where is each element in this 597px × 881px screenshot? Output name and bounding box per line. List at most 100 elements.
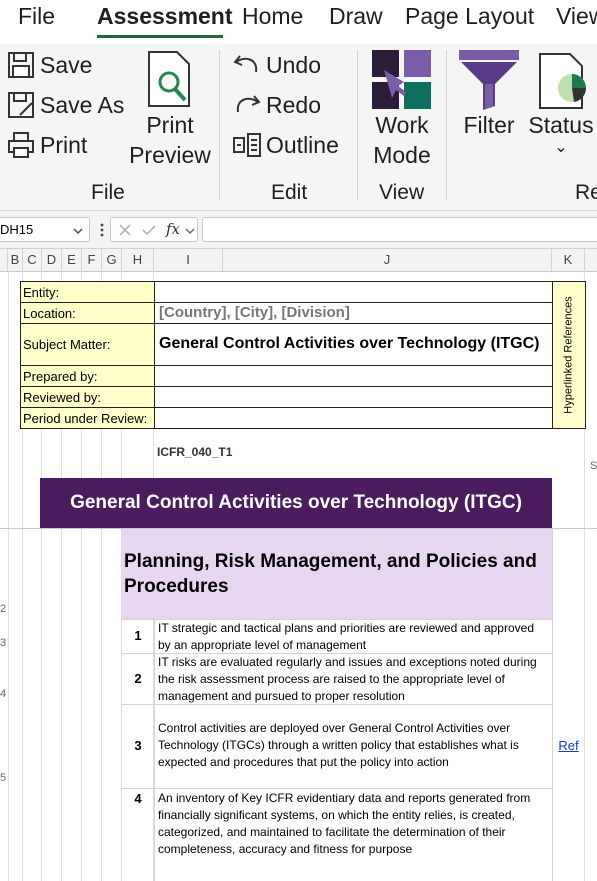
formula-input[interactable] [202,217,597,242]
outline-icon [232,130,262,160]
row-number: 2 [0,603,7,615]
work-mode-icon [365,48,439,110]
print-label: Print [40,131,88,158]
outline-button[interactable]: Outline [232,130,339,160]
menu-view[interactable]: View [556,3,597,30]
print-preview-label-1: Print [146,112,194,138]
item-text[interactable]: Control activities are deployed over Gen… [154,704,552,788]
undo-label: Undo [266,51,321,78]
prepared-by-label-cell[interactable]: Prepared by: [20,365,155,387]
ref-link[interactable]: Ref [552,704,585,788]
column-header-b[interactable]: B [8,249,23,271]
formula-actions: fx [110,217,198,242]
menu-home[interactable]: Home [242,3,303,30]
menu-bar: File Assessment Home Draw Page Layout Vi… [0,0,597,44]
entity-value-cell[interactable] [154,281,553,303]
view-group-label: View [379,181,425,204]
hyperlinked-references-cell[interactable]: Hyperlinked References [552,281,586,429]
chevron-down-icon [73,228,83,234]
location-value-cell[interactable]: [Country], [City], [Division] [154,302,553,324]
ribbon-separator [446,50,447,200]
ribbon: Save Save As Print Print Preview File Un… [0,44,597,211]
print-preview-icon [128,50,212,110]
column-header-l[interactable] [585,249,597,271]
section-title: Planning, Risk Management, and Policies … [121,529,552,619]
row-number: 5 [0,772,7,784]
insert-function-icon[interactable]: fx [166,220,180,238]
column-headers: B C D E F G H I J K [0,249,597,272]
next-group-label: Re [575,181,597,204]
column-header-k[interactable]: K [552,249,585,271]
menu-assessment[interactable]: Assessment [97,3,233,30]
subject-matter-value: General Control Activities over Technolo… [159,335,540,352]
reviewed-by-label: Reviewed by: [23,390,102,405]
cancel-icon[interactable] [118,223,132,237]
status-icon [528,48,594,110]
subject-matter-label-cell[interactable]: Subject Matter: [20,323,155,366]
hyperlinked-references-label: Hyperlinked References [562,296,575,414]
more-options-icon[interactable] [100,222,104,238]
banner-title: General Control Activities over Technolo… [40,478,552,528]
filter-icon [456,48,522,110]
name-box[interactable]: DH15 [0,217,90,242]
menu-draw[interactable]: Draw [329,3,383,30]
enter-icon[interactable] [141,223,157,237]
filter-label: Filter [463,112,515,138]
item-text[interactable]: IT strategic and tactical plans and prio… [154,619,552,653]
document-code: ICFR_040_T1 [157,445,233,459]
formula-bar: DH15 fx [0,211,597,249]
print-preview-label-2: Preview [129,142,211,168]
redo-button[interactable]: Redo [232,90,321,120]
save-icon [6,50,36,80]
status-chevron-icon: ⌄ [554,139,568,156]
entity-label-cell[interactable]: Entity: [20,281,155,303]
name-box-value: DH15 [0,222,34,237]
column-header-j[interactable]: J [223,249,552,271]
grid-line [552,529,553,881]
select-all-corner[interactable] [0,249,8,271]
prepared-by-value-cell[interactable] [154,365,553,387]
column-header-f[interactable]: F [82,249,102,271]
grid-line [8,271,9,881]
period-label: Period under Review: [23,411,148,426]
save-as-label: Save As [40,91,125,118]
period-label-cell[interactable]: Period under Review: [20,407,155,429]
menu-file[interactable]: File [18,3,55,30]
reviewed-by-label-cell[interactable]: Reviewed by: [20,386,155,408]
entity-label: Entity: [23,285,60,300]
filter-button[interactable]: Filter [456,48,522,140]
column-header-g[interactable]: G [102,249,122,271]
print-preview-button[interactable]: Print Preview [128,50,212,170]
outline-label: Outline [266,131,339,158]
edit-group-label: Edit [271,181,308,204]
item-number: 4 [134,791,142,806]
undo-button[interactable]: Undo [232,50,321,80]
column-header-c[interactable]: C [23,249,42,271]
location-value: [Country], [City], [Division] [159,304,350,321]
row-number: 4 [0,688,7,700]
column-header-e[interactable]: E [62,249,82,271]
item-number: 2 [134,671,142,686]
chevron-down-icon [185,228,195,234]
item-text[interactable]: IT risks are evaluated regularly and iss… [154,653,552,704]
ribbon-separator [219,50,220,200]
save-label: Save [40,51,93,78]
print-icon [6,130,36,160]
status-button[interactable]: Status ⌄ [528,48,594,156]
work-mode-label-1: Work [375,112,429,138]
print-button[interactable]: Print [6,130,87,160]
menu-page-layout[interactable]: Page Layout [405,3,534,30]
column-header-h[interactable]: H [122,249,154,271]
save-as-button[interactable]: Save As [6,90,124,120]
location-label-cell[interactable]: Location: [20,302,155,324]
reviewed-by-value-cell[interactable] [154,386,553,408]
column-header-i[interactable]: I [154,249,223,271]
work-mode-button[interactable]: Work Mode [365,48,439,170]
save-button[interactable]: Save [6,50,92,80]
work-mode-label-2: Mode [373,142,431,168]
item-text[interactable]: An inventory of Key ICFR evidentiary dat… [154,789,552,881]
period-value-cell[interactable] [154,407,553,429]
column-header-d[interactable]: D [42,249,62,271]
undo-icon [232,50,262,80]
subject-matter-value-cell[interactable]: General Control Activities over Technolo… [154,323,553,366]
